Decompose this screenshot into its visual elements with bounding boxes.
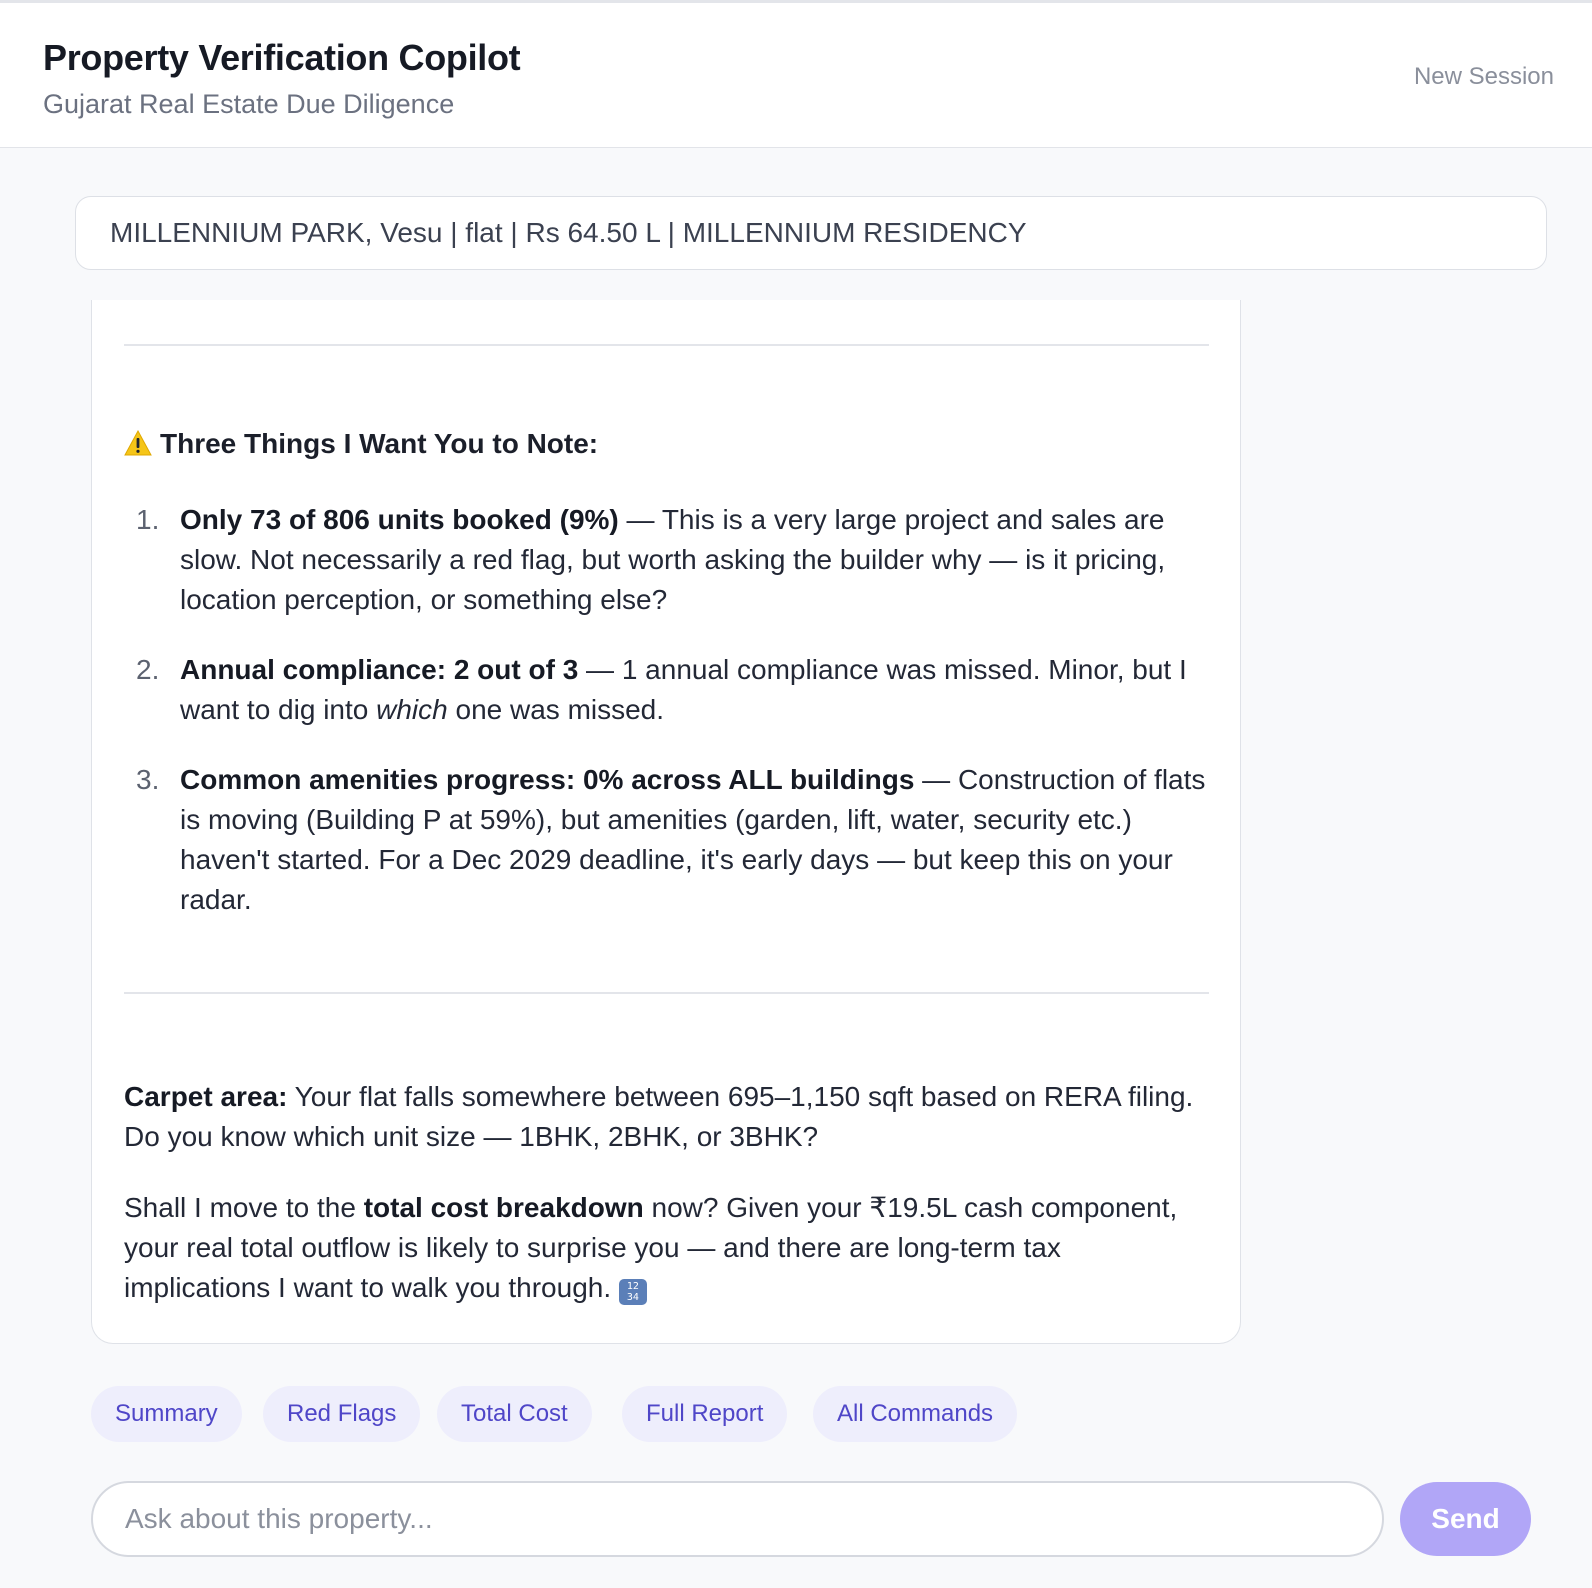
app-header: Property Verification Copilot Gujarat Re…: [0, 3, 1592, 148]
chip-total-cost[interactable]: Total Cost: [437, 1386, 592, 1442]
new-session-button[interactable]: New Session: [1414, 63, 1554, 91]
list-number: 2.: [136, 654, 160, 685]
chip-red-flags[interactable]: Red Flags: [263, 1386, 421, 1442]
carpet-area-paragraph: Carpet area: Your flat falls somewhere b…: [124, 1077, 1214, 1157]
send-button[interactable]: Send: [1400, 1482, 1531, 1556]
chip-summary[interactable]: Summary: [91, 1386, 242, 1442]
divider: [124, 992, 1209, 994]
list-item-text: one was missed.: [447, 694, 665, 725]
app-subtitle: Gujarat Real Estate Due Diligence: [43, 89, 455, 119]
list-number: 3.: [136, 764, 160, 795]
assistant-message: Three Things I Want You to Note: 1. Only…: [91, 300, 1241, 1344]
list-item-bold: Common amenities progress: 0% across ALL…: [180, 764, 915, 795]
notes-heading: Three Things I Want You to Note:: [124, 428, 598, 460]
list-item-bold: Annual compliance: 2 out of 3: [180, 654, 579, 685]
closing-text: Shall I move to the: [124, 1192, 364, 1223]
list-item: 3. Common amenities progress: 0% across …: [124, 760, 1214, 920]
list-item-bold: Only 73 of 806 units booked (9%): [180, 504, 619, 535]
notes-heading-text: Three Things I Want You to Note:: [160, 428, 599, 459]
divider: [124, 344, 1209, 346]
warning-icon: [124, 429, 152, 456]
property-context-text: MILLENNIUM PARK, Vesu | flat | Rs 64.50 …: [110, 217, 1027, 248]
ask-input[interactable]: [91, 1481, 1384, 1557]
list-item: 1. Only 73 of 806 units booked (9%) — Th…: [124, 500, 1214, 620]
numbers-icon: 12 34: [618, 1279, 647, 1305]
list-number: 1.: [136, 504, 160, 535]
chip-full-report[interactable]: Full Report: [622, 1386, 788, 1442]
carpet-area-label: Carpet area:: [124, 1081, 288, 1112]
closing-bold: total cost breakdown: [363, 1192, 644, 1223]
app-title: Property Verification Copilot: [43, 37, 521, 78]
chip-all-commands[interactable]: All Commands: [813, 1386, 1018, 1442]
property-context-bar: MILLENNIUM PARK, Vesu | flat | Rs 64.50 …: [75, 196, 1547, 270]
list-item-italic: which: [376, 694, 448, 725]
closing-paragraph: Shall I move to the total cost breakdown…: [124, 1188, 1214, 1308]
list-item: 2. Annual compliance: 2 out of 3 — 1 ann…: [124, 650, 1214, 730]
